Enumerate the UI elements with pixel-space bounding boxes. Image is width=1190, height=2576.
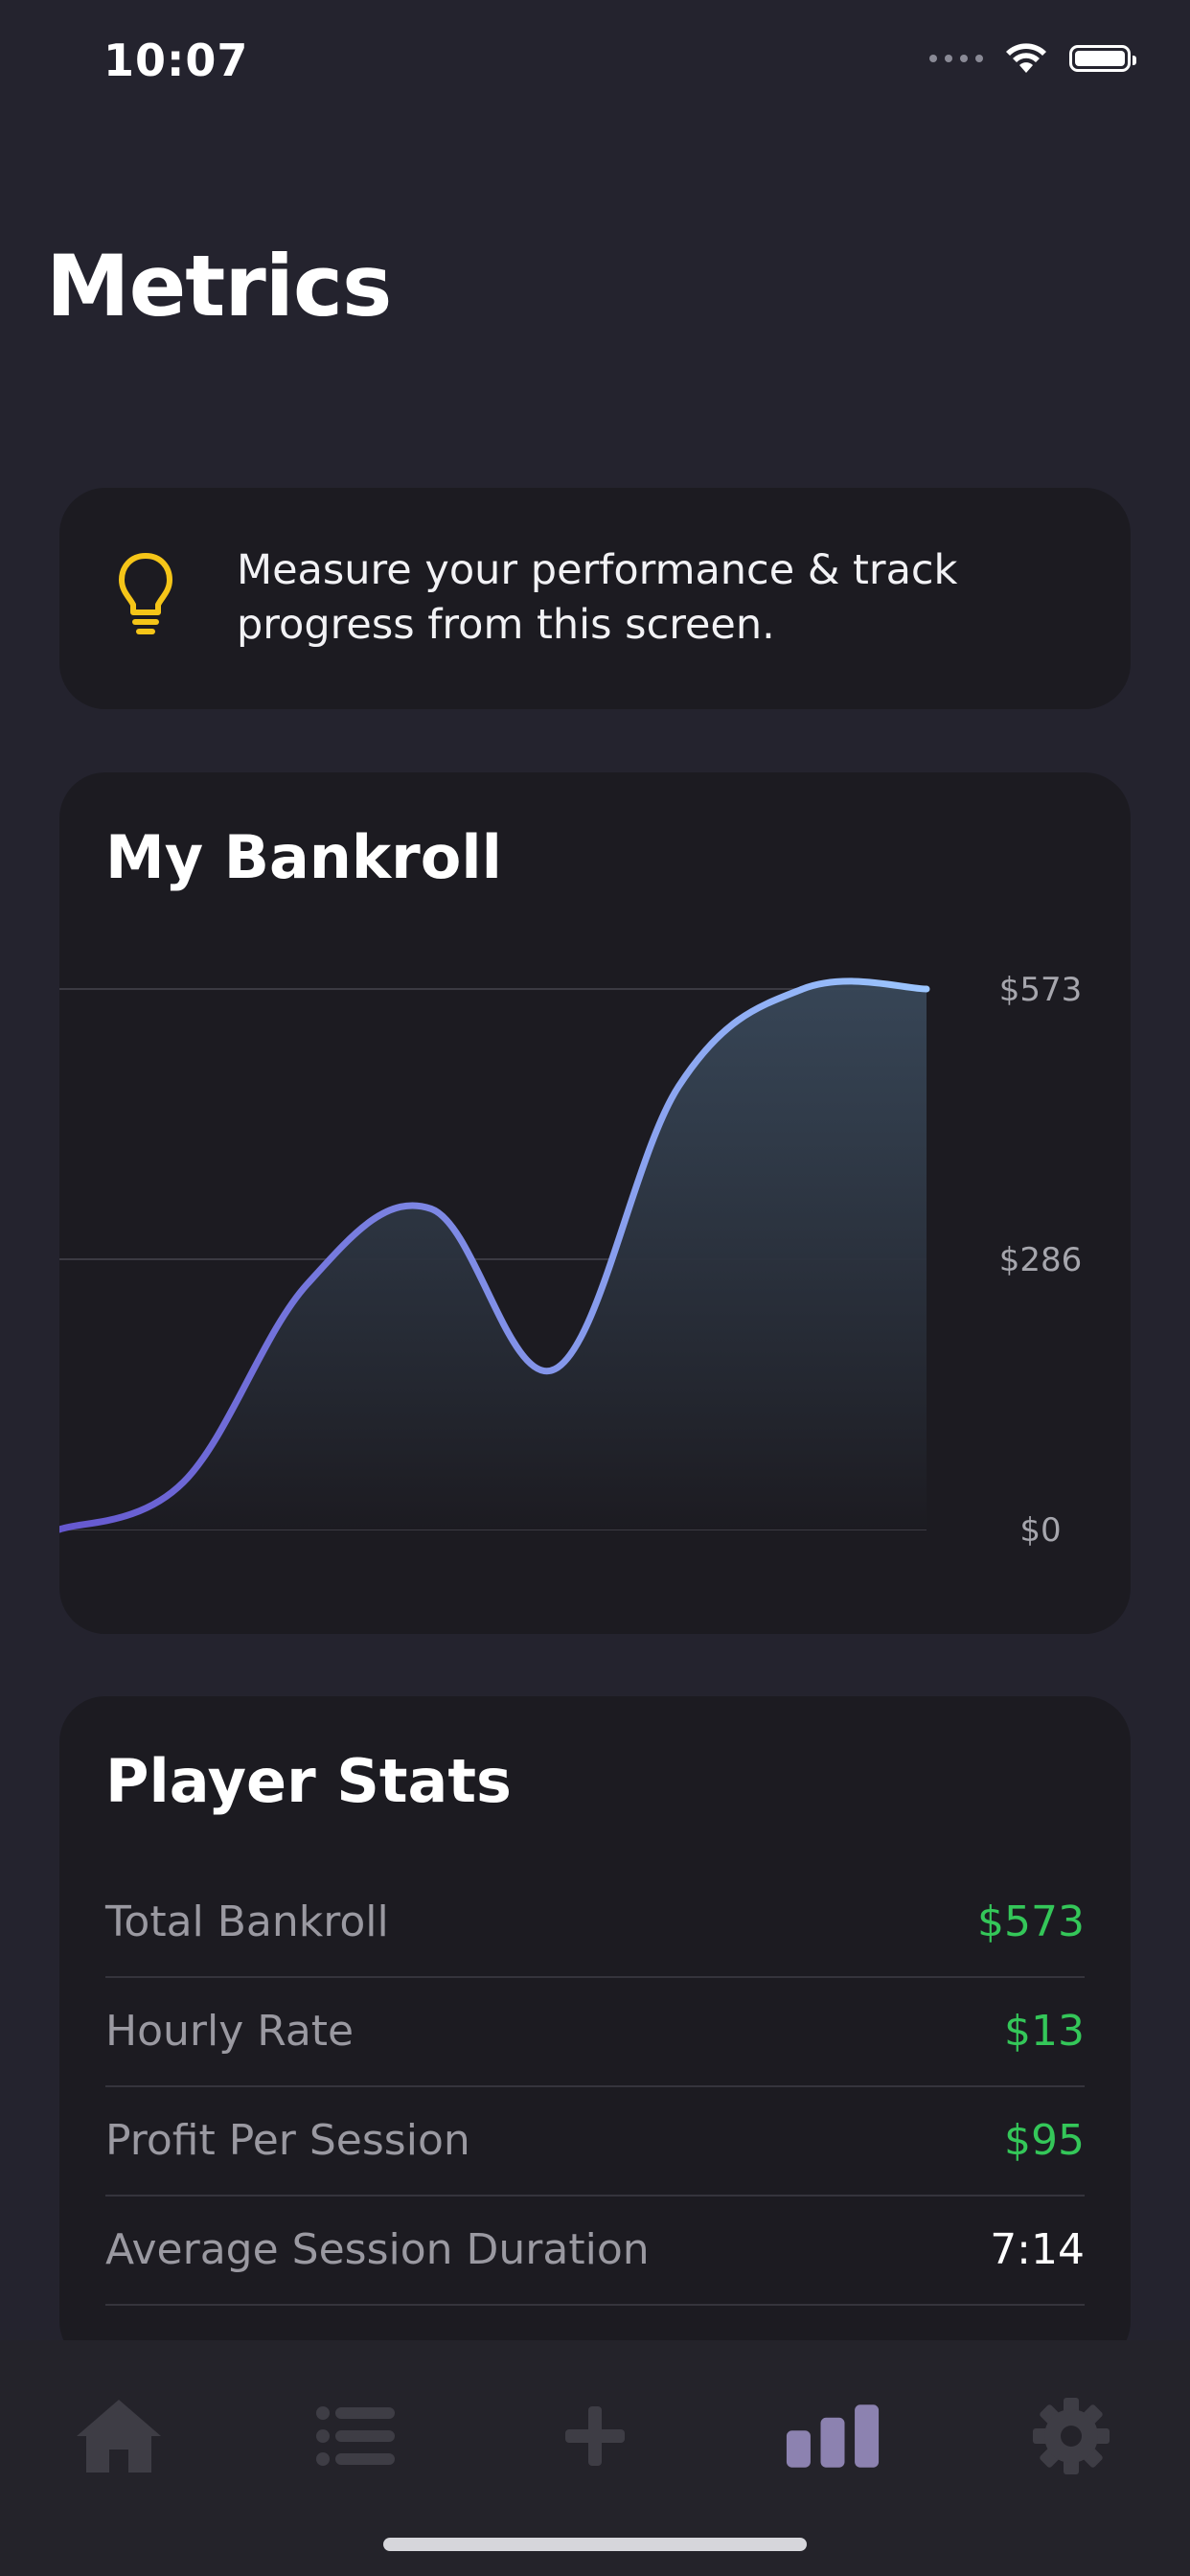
tab-home[interactable] (71, 2388, 167, 2484)
tip-text: Measure your performance & track progres… (237, 546, 958, 649)
status-time: 10:07 (103, 34, 249, 86)
stat-row-total-bankroll: Total Bankroll $573 (105, 1867, 1085, 1978)
player-stats-title: Player Stats (105, 1746, 512, 1816)
list-icon (316, 2406, 395, 2466)
battery-icon (1069, 45, 1136, 72)
stat-label: Profit Per Session (105, 2115, 470, 2165)
stat-value: $573 (977, 1897, 1085, 1946)
stat-label: Hourly Rate (105, 2006, 355, 2056)
stat-label: Total Bankroll (105, 1897, 389, 1946)
chart-y-tick-label: $0 (1019, 1511, 1061, 1550)
bankroll-area (59, 980, 927, 1530)
bankroll-card: My Bankroll $573 $286 $0 (59, 772, 1131, 1634)
stat-value: $13 (1004, 2006, 1085, 2056)
home-icon (77, 2400, 161, 2472)
stat-row-average-session-duration: Average Session Duration 7:14 (105, 2195, 1085, 2306)
bankroll-chart: $573 $286 $0 (59, 971, 1083, 1550)
chart-y-tick-label: $286 (999, 1241, 1083, 1279)
tip-card: Measure your performance & track progres… (59, 488, 1131, 709)
lightbulb-icon (119, 553, 172, 634)
wifi-icon (1006, 43, 1046, 73)
tab-list[interactable] (309, 2388, 404, 2484)
stat-value: $95 (1004, 2115, 1085, 2165)
gear-icon (1033, 2398, 1110, 2474)
plus-icon (565, 2406, 625, 2466)
signal-dots-icon (929, 55, 983, 62)
tab-metrics[interactable] (785, 2388, 881, 2484)
page-title: Metrics (46, 237, 392, 335)
bar-chart-icon (786, 2404, 880, 2468)
home-indicator (383, 2538, 807, 2551)
player-stats-card: Player Stats Total Bankroll $573 Hourly … (59, 1696, 1131, 2367)
stat-value: 7:14 (990, 2224, 1085, 2274)
tab-settings[interactable] (1023, 2388, 1119, 2484)
stat-row-hourly-rate: Hourly Rate $13 (105, 1976, 1085, 2087)
chart-y-tick-label: $573 (999, 971, 1083, 1009)
stat-label: Average Session Duration (105, 2224, 650, 2274)
tab-add[interactable] (547, 2388, 643, 2484)
stat-row-profit-per-session: Profit Per Session $95 (105, 2085, 1085, 2196)
status-icons (929, 42, 1136, 75)
